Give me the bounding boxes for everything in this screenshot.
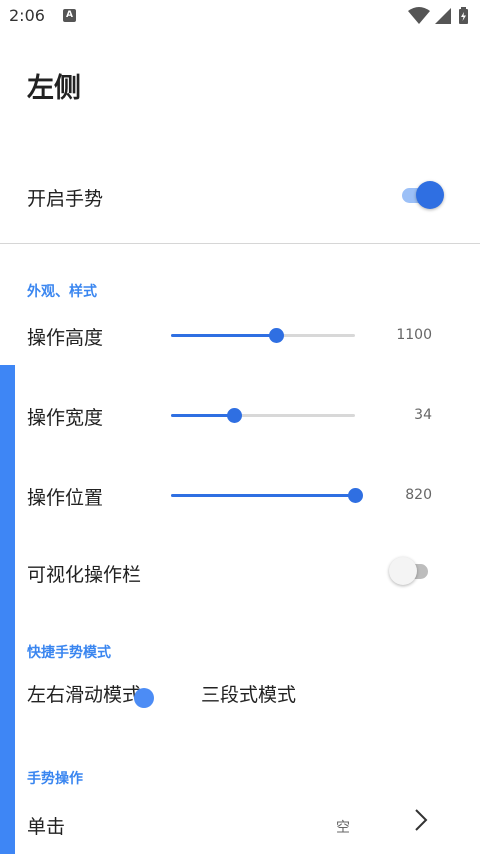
switch-thumb <box>389 557 417 585</box>
height-value: 1100 <box>396 327 432 343</box>
switch-thumb <box>416 181 444 209</box>
mode-three-stage-option[interactable]: 三段式模式 <box>201 680 296 707</box>
slider-fill <box>171 334 276 337</box>
section-title-quick-mode: 快捷手势模式 <box>27 645 111 661</box>
slider-thumb[interactable] <box>269 328 284 343</box>
status-time: 2:06 <box>9 6 45 25</box>
tap-gesture-label: 单击 <box>27 816 66 838</box>
width-slider[interactable] <box>171 405 355 425</box>
visible-bar-row[interactable]: 可视化操作栏 <box>0 553 480 593</box>
signal-icon <box>435 8 451 24</box>
visible-bar-switch[interactable] <box>389 557 433 585</box>
position-slider[interactable] <box>171 485 363 505</box>
height-slider[interactable] <box>171 325 355 345</box>
mode-selected-indicator <box>134 688 154 708</box>
page-title: 左侧 <box>27 73 81 104</box>
tap-gesture-row[interactable]: 单击 空 <box>0 805 480 845</box>
tap-gesture-value: 空 <box>336 820 350 836</box>
chevron-right-icon <box>414 808 428 838</box>
master-gesture-switch[interactable] <box>399 181 444 209</box>
divider <box>0 243 480 244</box>
section-title-appearance: 外观、样式 <box>27 284 97 300</box>
slider-thumb[interactable] <box>227 408 242 423</box>
slider-fill <box>171 494 355 497</box>
width-label: 操作宽度 <box>27 407 104 429</box>
screen: 2:06 A 左侧 开启手势 外观、样式 操作高度 1100 操作宽度 34 操… <box>0 0 480 854</box>
height-row: 操作高度 1100 <box>0 316 480 356</box>
status-bar: 2:06 A <box>0 0 480 34</box>
slider-fill <box>171 414 234 417</box>
master-gesture-row[interactable]: 开启手势 <box>0 160 480 230</box>
master-gesture-label: 开启手势 <box>27 188 104 210</box>
section-title-gesture-ops: 手势操作 <box>27 771 83 787</box>
position-value: 820 <box>405 487 432 503</box>
width-value: 34 <box>414 407 432 423</box>
width-row: 操作宽度 34 <box>0 396 480 436</box>
wifi-icon <box>408 7 430 24</box>
position-row: 操作位置 820 <box>0 476 480 516</box>
visible-bar-label: 可视化操作栏 <box>27 564 142 586</box>
position-label: 操作位置 <box>27 487 104 509</box>
battery-charging-icon <box>459 7 468 24</box>
height-label: 操作高度 <box>27 327 104 349</box>
mode-left-right-option[interactable]: 左右滑动模式 <box>27 680 141 707</box>
notification-icon: A <box>63 9 76 22</box>
slider-thumb[interactable] <box>348 488 363 503</box>
status-icons <box>408 7 474 25</box>
edge-gesture-bar[interactable] <box>0 365 15 854</box>
